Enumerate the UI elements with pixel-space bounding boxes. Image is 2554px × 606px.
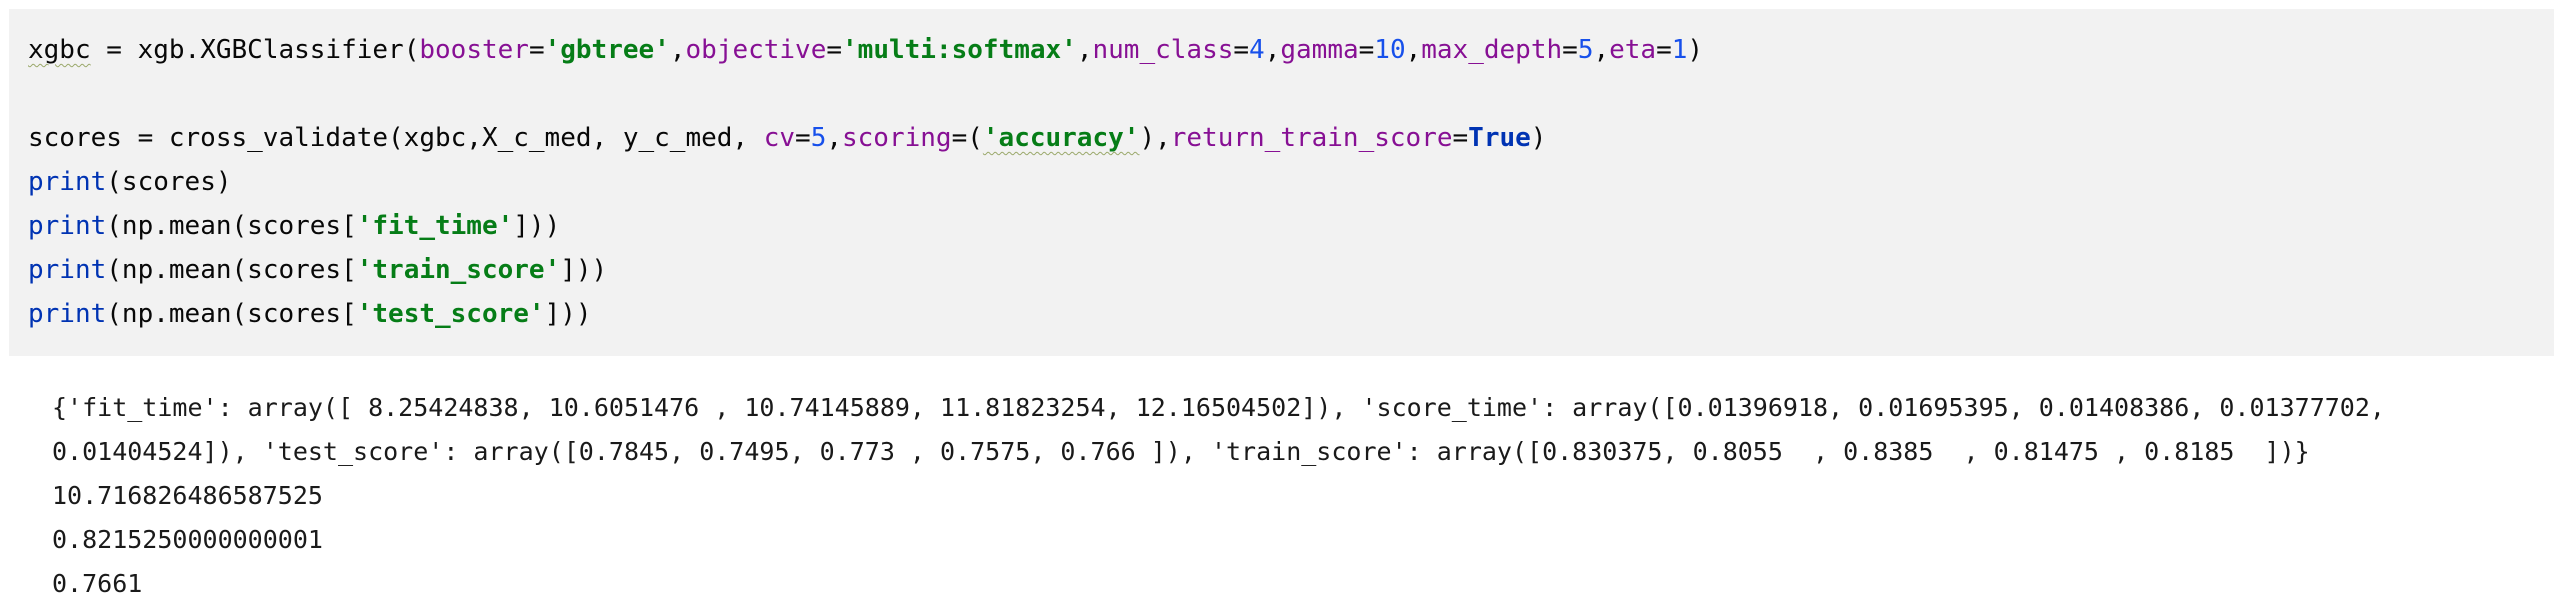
code-string: 'accuracy' xyxy=(982,123,1140,153)
code-number: 1 xyxy=(1671,35,1688,65)
code-token: scores = cross_validate(xgbc,X_c_med, y_… xyxy=(28,123,764,153)
code-line-4: print(scores) xyxy=(28,160,2554,204)
code-number: 5 xyxy=(810,123,827,153)
code-number: 4 xyxy=(1249,35,1265,65)
code-string: 'train_score' xyxy=(356,255,561,285)
code-token: (scores) xyxy=(106,167,232,197)
output-cell: {'fit_time': array([ 8.25424838, 10.6051… xyxy=(52,386,2542,600)
output-line-4: 0.8215250000000001 xyxy=(52,525,323,554)
code-token: ) xyxy=(1687,35,1704,65)
code-param: objective xyxy=(685,35,827,65)
code-token: (np.mean(scores[ xyxy=(106,299,357,329)
code-constant: True xyxy=(1468,123,1531,153)
output-line-3: 10.716826486587525 xyxy=(52,481,323,510)
code-token: ) xyxy=(1530,123,1547,153)
output-line-2: 0.01404524]), 'test_score': array([0.784… xyxy=(52,437,2310,466)
code-string: 'test_score' xyxy=(356,299,545,329)
code-param: eta xyxy=(1609,35,1657,65)
code-param: max_depth xyxy=(1421,35,1563,65)
code-string: 'fit_time' xyxy=(356,211,514,241)
code-builtin: print xyxy=(28,299,107,329)
code-cell[interactable]: xgbc = xgb.XGBClassifier(booster='gbtree… xyxy=(9,9,2554,356)
code-builtin: print xyxy=(28,211,107,241)
code-token: xgb.XGBClassifier( xyxy=(137,35,420,65)
code-number: 5 xyxy=(1577,35,1594,65)
notebook: xgbc = xgb.XGBClassifier(booster='gbtree… xyxy=(0,0,2554,604)
code-param: booster xyxy=(419,35,529,65)
code-line-6: print(np.mean(scores['train_score'])) xyxy=(28,248,2554,292)
code-param: cv xyxy=(763,123,796,153)
code-token: ])) xyxy=(513,211,561,241)
code-string: 'multi:softmax' xyxy=(842,35,1077,65)
code-param: return_train_score xyxy=(1170,123,1453,153)
code-builtin: print xyxy=(28,255,107,285)
code-builtin: print xyxy=(28,167,107,197)
code-token: = xyxy=(90,35,138,65)
code-line-3: scores = cross_validate(xgbc,X_c_med, y_… xyxy=(28,123,1547,153)
output-line-1: {'fit_time': array([ 8.25424838, 10.6051… xyxy=(52,393,2385,422)
code-token: (np.mean(scores[ xyxy=(106,211,357,241)
code-token: (np.mean(scores[ xyxy=(106,255,357,285)
code-param: gamma xyxy=(1280,35,1359,65)
code-token: ])) xyxy=(560,255,608,285)
code-token: xgbc xyxy=(28,35,91,65)
code-line-5: print(np.mean(scores['fit_time'])) xyxy=(28,204,2554,248)
code-number: 10 xyxy=(1374,35,1406,65)
code-line-7: print(np.mean(scores['test_score'])) xyxy=(28,292,2554,336)
code-token: ) xyxy=(1139,123,1156,153)
code-string: 'gbtree' xyxy=(544,35,670,65)
code-param: num_class xyxy=(1092,35,1234,65)
code-token: =( xyxy=(951,123,983,153)
code-token: ])) xyxy=(544,299,592,329)
output-line-5: 0.7661 xyxy=(52,569,143,598)
code-line-1: xgbc = xgb.XGBClassifier(booster='gbtree… xyxy=(28,35,1704,65)
code-param: scoring xyxy=(842,123,952,153)
